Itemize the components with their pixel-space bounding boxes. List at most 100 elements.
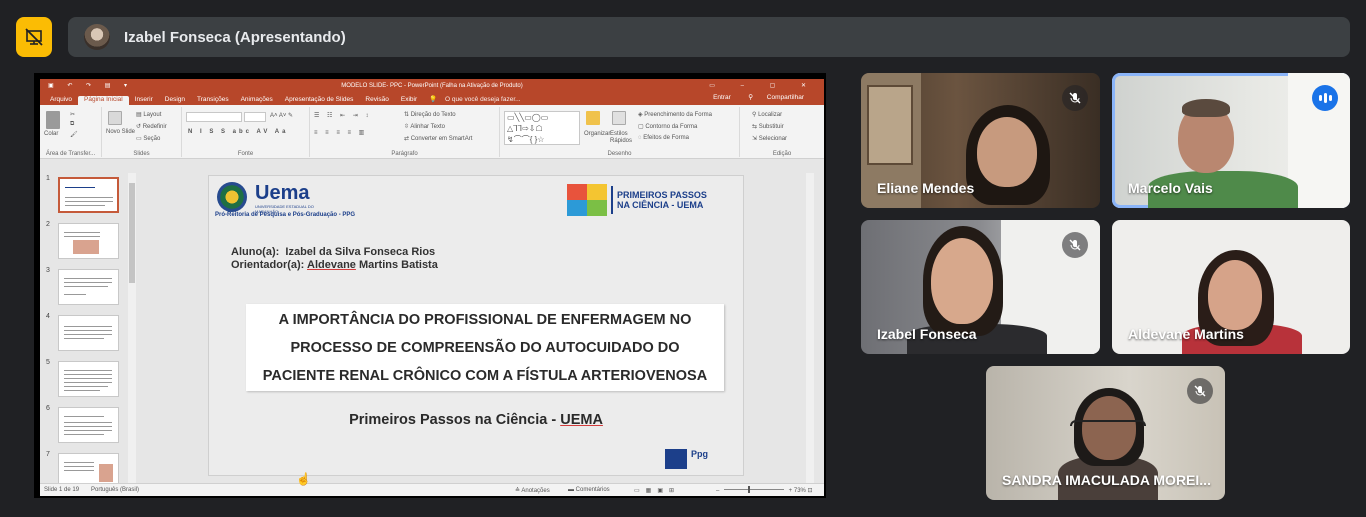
participant-tile[interactable]: SANDRA IMACULADA MOREI... xyxy=(986,366,1225,500)
thumbnail-preview xyxy=(58,315,119,351)
uema-crest-icon xyxy=(217,182,247,212)
slide-thumbnail[interactable]: 3 xyxy=(44,267,124,309)
participant-name: Izabel Fonseca xyxy=(877,326,977,342)
participant-name: SANDRA IMACULADA MOREI... xyxy=(1002,472,1211,488)
shape-effects-button[interactable]: ◌ Efeitos de Forma xyxy=(638,135,689,141)
font-size-select[interactable] xyxy=(244,112,266,122)
group-paragraph: ☰ ☷ ⇤ ⇥ ↕ ≡ ≡ ≡ ≡ ▥ ⇅ Direção do Texto ⇳… xyxy=(310,107,500,157)
smartart-button[interactable]: ⇄ Converter em SmartArt xyxy=(404,135,472,142)
ribbon: Colar ✂ ⧉ 🖌 Área de Transfer... Novo Sli… xyxy=(40,105,824,159)
status-bar: Slide 1 de 19 Português (Brasil) ≙ Anota… xyxy=(40,483,824,496)
current-slide[interactable]: Uema UNIVERSIDADE ESTADUAL DO MARANHÃO P… xyxy=(208,175,744,476)
thumbnail-number: 7 xyxy=(46,451,50,458)
replace-button[interactable]: ⇆ Substituir xyxy=(752,123,784,130)
find-button[interactable]: ⚲ Localizar xyxy=(752,111,782,118)
participant-tile[interactable]: Eliane Mendes xyxy=(861,73,1100,208)
participant-tile[interactable]: Izabel Fonseca xyxy=(861,220,1100,354)
slide-thumbnail[interactable]: 1 xyxy=(44,175,124,217)
slide-thumbnails-pane: 1 2 3 4 5 6 7 xyxy=(40,173,136,489)
notes-button[interactable]: ≙ Anotações xyxy=(515,487,550,494)
tab-apresentacao[interactable]: Apresentação de Slides xyxy=(279,96,360,105)
reset-label: Redefinir xyxy=(142,124,167,130)
cut-icon[interactable]: ✂ xyxy=(70,111,75,118)
tab-inserir[interactable]: Inserir xyxy=(129,96,159,105)
avatar xyxy=(84,24,110,50)
shared-screen: ▣ ↶ ↷ ▤ ▾ MODELO SLIDE- PPC - PowerPoint… xyxy=(34,73,826,498)
participant-tile[interactable]: Aldevane Martins xyxy=(1112,220,1350,354)
shape-fill-button[interactable]: ◈ Preenchimento da Forma xyxy=(638,111,712,118)
list-buttons[interactable]: ☰ ☷ ⇤ ⇥ ↕ xyxy=(314,112,371,119)
uema-wordmark: Uema xyxy=(255,182,310,204)
ppg-text: Ppg xyxy=(691,449,708,459)
align-text-button[interactable]: ⇳ Alinhar Texto xyxy=(404,123,445,130)
find-label: Localizar xyxy=(758,112,783,118)
view-buttons[interactable]: ▭▦▣⊞ xyxy=(634,487,680,494)
grow-font-icon[interactable]: A˄ A˅ ✎ xyxy=(270,112,293,119)
orientador-label: Orientador(a): xyxy=(231,259,305,271)
slide-thumbnail[interactable]: 5 xyxy=(44,359,124,401)
uema-logo: Uema UNIVERSIDADE ESTADUAL DO MARANHÃO xyxy=(217,182,357,216)
layout-button[interactable]: ▤ Layout xyxy=(136,111,161,118)
thumbnail-scrollbar[interactable] xyxy=(128,173,136,483)
tab-exibir[interactable]: Exibir xyxy=(395,96,423,105)
presentation-off-icon xyxy=(25,28,43,46)
slide-thumbnail[interactable]: 2 xyxy=(44,221,124,263)
tab-animacoes[interactable]: Animações xyxy=(235,96,279,105)
share-button[interactable]: Compartilhar xyxy=(761,94,810,103)
tell-me-search[interactable]: 💡 O que você deseja fazer... xyxy=(423,95,532,105)
participant-tile-active-speaker[interactable]: Marcelo Vais xyxy=(1112,73,1350,208)
text-direction-label: Direção do Texto xyxy=(410,112,456,118)
font-family-select[interactable] xyxy=(186,112,242,122)
shapes-gallery[interactable]: ▭╲╲▭◯▭ △⅂⅂⇨⇩☖ ↯⌒⌒{ }☆ xyxy=(504,111,580,145)
copy-icon[interactable]: ⧉ xyxy=(70,121,74,128)
window-controls[interactable]: ▭ – ▢ ✕ xyxy=(709,82,818,89)
group-label: Desenho xyxy=(607,151,632,157)
zoom-control[interactable]: – + 73% ⊡ xyxy=(716,486,813,494)
shape-outline-button[interactable]: ▢ Contorno da Forma xyxy=(638,123,697,130)
language-indicator[interactable]: Português (Brasil) xyxy=(91,487,139,493)
align-buttons[interactable]: ≡ ≡ ≡ ≡ ▥ xyxy=(314,129,367,136)
slide-thumbnail[interactable]: 4 xyxy=(44,313,124,355)
slide-thumbnail[interactable]: 6 xyxy=(44,405,124,447)
ppg-mark-icon xyxy=(665,449,687,469)
new-slide-button[interactable]: Novo Slide xyxy=(106,129,135,135)
select-button[interactable]: ⇲ Selecionar xyxy=(752,135,787,142)
slide-subtitle: Primeiros Passos na Ciência - UEMA xyxy=(209,412,743,428)
thumbnail-preview xyxy=(58,177,119,213)
sign-in-link[interactable]: Entrar xyxy=(707,94,737,103)
section-button[interactable]: ▭ Seção xyxy=(136,135,160,142)
shape-outline-label: Contorno da Forma xyxy=(645,124,698,130)
slide-scrollbar[interactable] xyxy=(806,173,814,483)
tell-me-text: O que você deseja fazer... xyxy=(445,96,521,103)
title-line-3: PACIENTE RENAL CRÔNICO COM A FÍSTULA ART… xyxy=(262,368,708,384)
group-editing: ⚲ Localizar ⇆ Substituir ⇲ Selecionar Ed… xyxy=(740,107,824,157)
thumbnail-preview xyxy=(58,223,119,259)
zoom-slider-thumb[interactable] xyxy=(748,486,751,494)
section-label: Seção xyxy=(143,136,161,142)
thumbnail-preview xyxy=(58,361,119,397)
text-direction-button[interactable]: ⇅ Direção do Texto xyxy=(404,111,456,118)
tab-design[interactable]: Design xyxy=(159,96,191,105)
font-format-buttons[interactable]: N I S S abc AV Aa xyxy=(188,129,288,135)
group-font: A˄ A˅ ✎ N I S S abc AV Aa Fonte xyxy=(182,107,310,157)
comments-button[interactable]: ▬ Comentários xyxy=(568,487,610,493)
format-painter-icon[interactable]: 🖌 xyxy=(70,131,78,138)
zoom-slider[interactable] xyxy=(724,486,785,494)
title-textbox[interactable]: A IMPORTÂNCIA DO PROFISSIONAL DE ENFERMA… xyxy=(246,304,724,391)
reset-button[interactable]: ↺ Redefinir xyxy=(136,123,167,130)
tab-transicoes[interactable]: Transições xyxy=(191,96,235,105)
arrange-button[interactable]: Organizar xyxy=(584,131,610,137)
participant-name: Aldevane Martins xyxy=(1128,326,1244,342)
tab-pagina-inicial[interactable]: Página Inicial xyxy=(78,96,129,105)
slide-editor: Uema UNIVERSIDADE ESTADUAL DO MARANHÃO P… xyxy=(136,173,816,483)
pp-divider xyxy=(611,186,613,214)
tab-revisao[interactable]: Revisão xyxy=(359,96,394,105)
tab-arquivo[interactable]: Arquivo xyxy=(44,96,78,105)
shape-effects-label: Efeitos de Forma xyxy=(643,135,689,141)
paste-button[interactable]: Colar xyxy=(44,131,58,137)
quick-styles-button[interactable]: Estilos Rápidos xyxy=(610,131,634,145)
notes-label: Anotações xyxy=(521,487,550,494)
stop-presenting-button[interactable] xyxy=(16,17,52,57)
layout-label: Layout xyxy=(143,112,162,118)
scrollbar-thumb[interactable] xyxy=(129,183,135,283)
